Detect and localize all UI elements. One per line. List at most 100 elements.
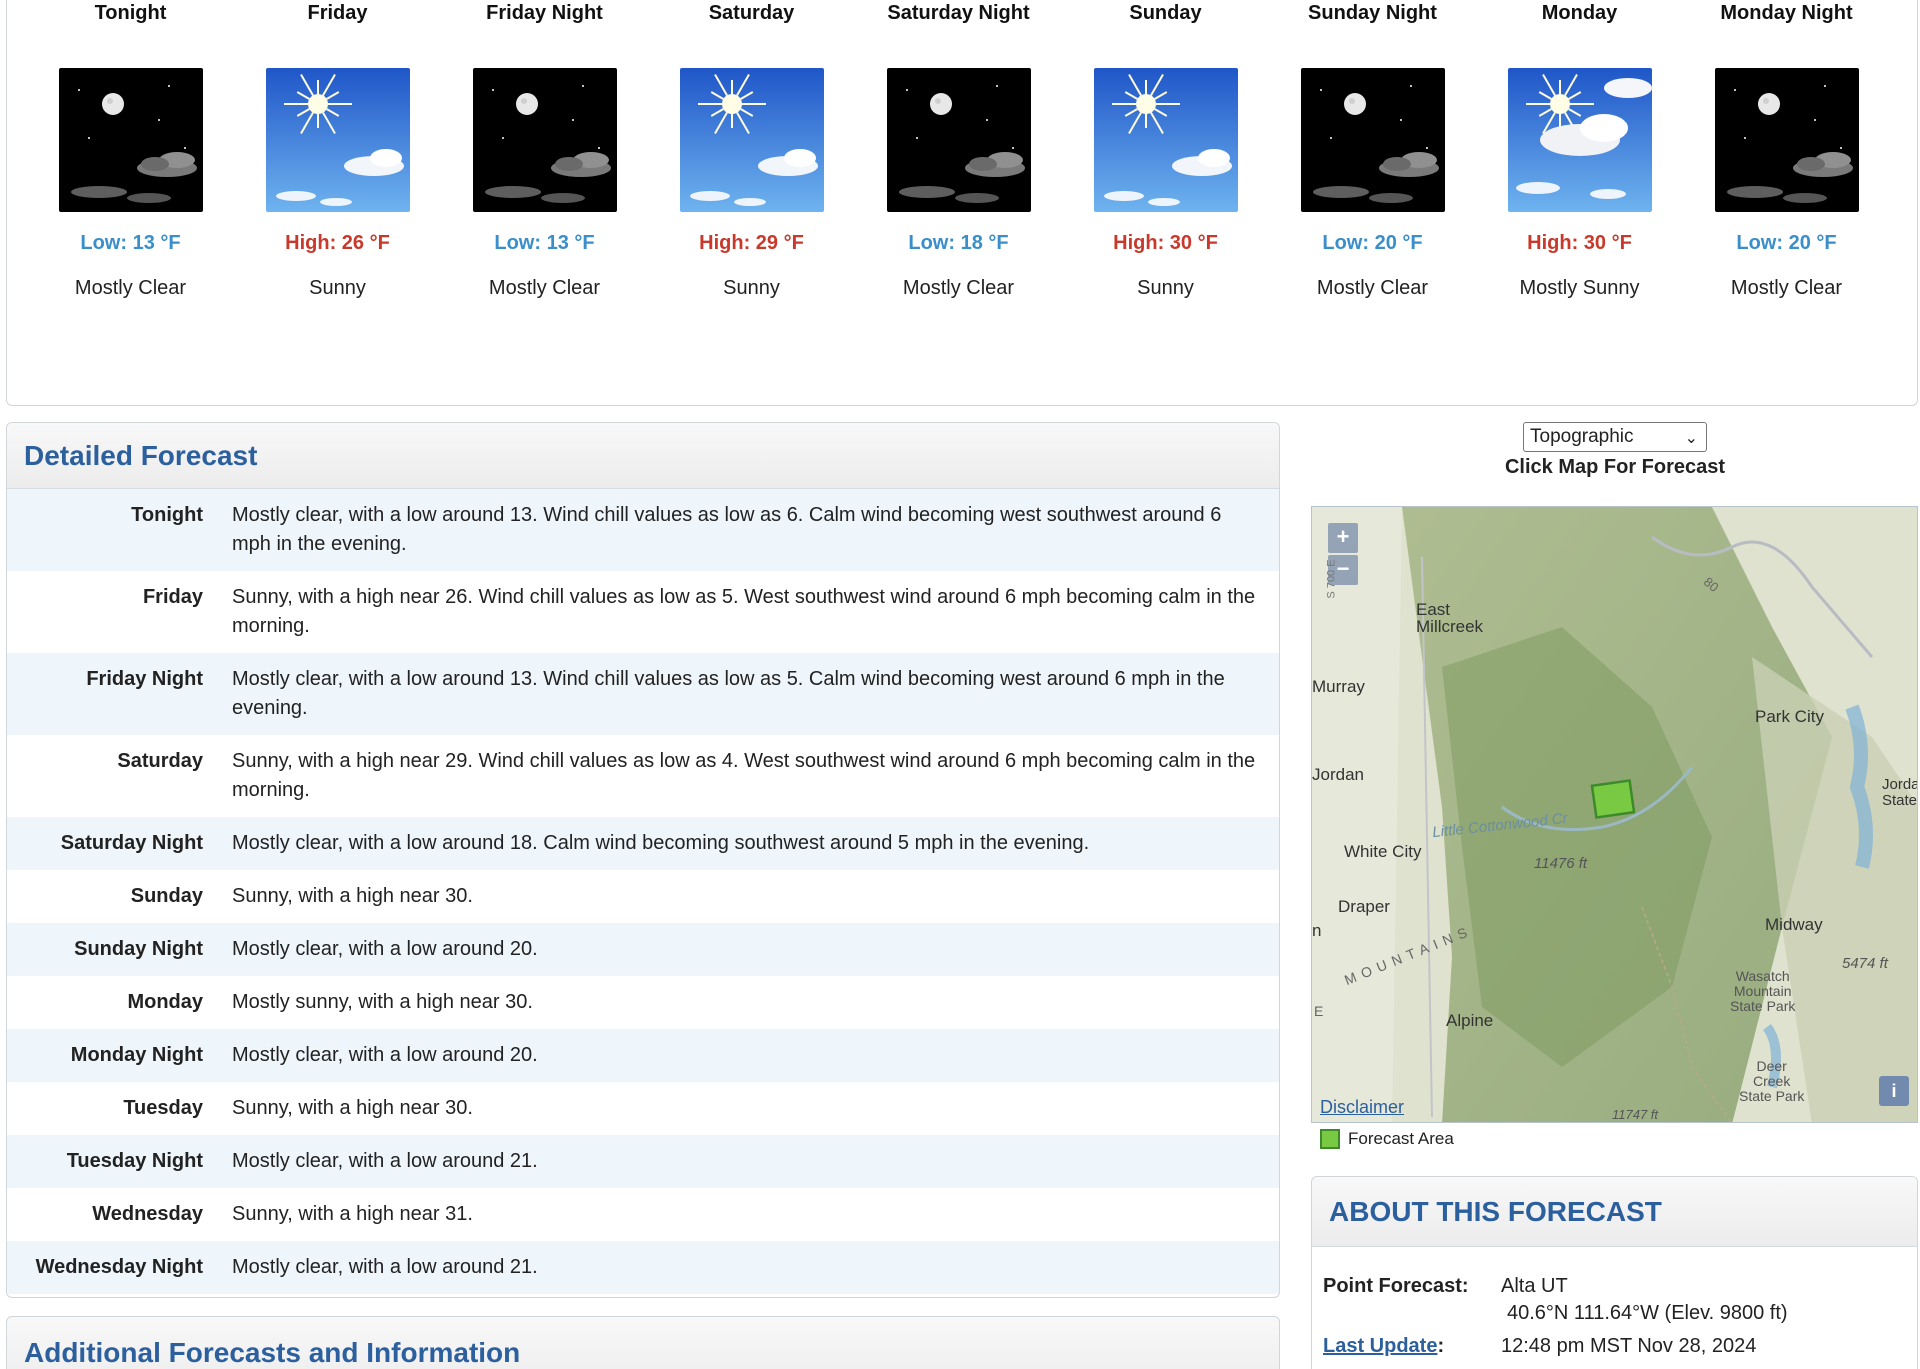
map-place-draper: Draper [1338, 897, 1390, 916]
forecast-period-desc: Sunny [723, 277, 780, 299]
forecast-period-name: Saturday Night [887, 2, 1030, 24]
map-place-murray: Murray [1312, 677, 1365, 696]
detailed-forecast-row: Saturday Sunny, with a high near 29. Wind… [7, 735, 1279, 817]
detailed-forecast-row: Friday Night Mostly clear, with a low aro… [7, 653, 1279, 735]
forecast-period-temp: Low: 18 °F [908, 232, 1009, 254]
detailed-forecast-period: Saturday [117, 750, 203, 772]
detailed-forecast-title: Detailed Forecast [24, 439, 258, 471]
detailed-forecast-panel: Detailed Forecast Tonight Mostly clear, w… [6, 422, 1280, 1298]
about-forecast-title: ABOUT THIS FORECAST [1329, 1195, 1662, 1227]
map-place-midway: Midway [1765, 915, 1823, 934]
night-clear-icon [1714, 68, 1859, 212]
zoom-in-button[interactable]: + [1328, 523, 1358, 553]
map-disclaimer-link[interactable]: Disclaimer [1320, 1097, 1404, 1118]
forecast-period: Sunday Night Low: 20 °F Mostly Clear [1269, 0, 1476, 300]
forecast-period-temp: High: 26 °F [285, 232, 390, 254]
forecast-period-name: Friday Night [486, 2, 603, 24]
map-place-park-city: Park City [1755, 707, 1824, 726]
forecast-period-name: Friday [307, 2, 368, 24]
sunny-icon [265, 68, 410, 212]
sunny-icon [679, 68, 824, 212]
forecast-period: Friday High: 26 °F Sunny [234, 0, 441, 300]
detailed-forecast-text: Sunny, with a high near 29. Wind chill v… [232, 750, 1256, 801]
detailed-forecast-period: Tuesday Night [66, 1150, 203, 1172]
detailed-forecast-row: Tuesday Night Mostly clear, with a low ar… [7, 1135, 1279, 1188]
detailed-forecast-period: Wednesday [92, 1203, 203, 1225]
detailed-forecast-row: Sunday Sunny, with a high near 30. [7, 870, 1279, 923]
detailed-forecast-row: Tuesday Sunny, with a high near 30. [7, 1082, 1279, 1135]
detailed-forecast-period: Wednesday Night [35, 1256, 203, 1278]
click-map-label: Click Map For Forecast [1504, 456, 1726, 478]
forecast-period-name: Tonight [94, 2, 167, 24]
detailed-forecast-period: Tonight [131, 504, 203, 526]
detailed-forecast-row: Monday Night Mostly clear, with a low aro… [7, 1029, 1279, 1082]
detailed-forecast-period: Tuesday [123, 1097, 203, 1119]
night-clear-icon [58, 68, 203, 212]
detailed-forecast-period: Monday [127, 991, 203, 1013]
map-legend: Forecast Area [1320, 1129, 1454, 1149]
map-road-700e: S 700 E [1325, 559, 1338, 599]
last-update-row: Last Update: 12:48 pm MST Nov 28, 2024 [1312, 1335, 1917, 1358]
detailed-forecast-text: Mostly clear, with a low around 21. [232, 1256, 538, 1278]
map-elev-3: 11747 ft [1612, 1107, 1659, 1122]
detailed-forecast-row: Saturday Night Mostly clear, with a low a… [7, 817, 1279, 870]
forecast-period-name: Monday Night [1720, 2, 1853, 24]
map-place-alpine: Alpine [1446, 1011, 1494, 1030]
forecast-period: Friday Night Low: 13 °F Mostly Clear [441, 0, 648, 300]
point-forecast-location: Alta UT [1501, 1275, 1568, 1297]
detailed-forecast-row: Tonight Mostly clear, with a low around 1… [7, 489, 1279, 571]
forecast-period-name: Sunday [1129, 2, 1202, 24]
detailed-forecast-text: Sunny, with a high near 30. [232, 885, 473, 907]
forecast-period: Monday Night Low: 20 °F Mostly Clear [1683, 0, 1890, 300]
detailed-forecast-text: Sunny, with a high near 30. [232, 1097, 473, 1119]
chevron-down-icon: ⌄ [1684, 430, 1698, 447]
forecast-period-temp: Low: 20 °F [1736, 232, 1837, 254]
map-place-east-millcreek: East Millcreek [1416, 600, 1484, 636]
last-update-value: 12:48 pm MST Nov 28, 2024 [1501, 1335, 1757, 1357]
forecast-period-temp: Low: 13 °F [494, 232, 595, 254]
forecast-period-temp: Low: 13 °F [80, 232, 181, 254]
detailed-forecast-rows: Tonight Mostly clear, with a low around 1… [7, 489, 1279, 1297]
forecast-period-temp: High: 30 °F [1527, 232, 1632, 254]
forecast-period-name: Sunday Night [1308, 2, 1437, 24]
detailed-forecast-row: ThursdayMostly sunny, with a high near 3… [7, 1294, 1279, 1297]
detailed-forecast-text: Mostly clear, with a low around 18. Calm… [232, 832, 1090, 854]
night-clear-icon [1300, 68, 1445, 212]
map-elev-1: 11476 ft [1534, 855, 1588, 872]
map-info-button[interactable]: i [1879, 1076, 1909, 1106]
additional-forecasts-panel[interactable]: Additional Forecasts and Information [6, 1316, 1280, 1369]
forecast-period-desc: Mostly Clear [902, 277, 1015, 299]
about-forecast-panel: ABOUT THIS FORECAST Point Forecast: Alta… [1311, 1176, 1918, 1369]
forecast-area-marker [1590, 779, 1636, 819]
additional-forecasts-title[interactable]: Additional Forecasts and Information [7, 1317, 1279, 1369]
night-clear-icon [472, 68, 617, 212]
forecast-period-desc: Mostly Clear [74, 277, 187, 299]
seven-day-forecast: Tonight Low: 13 °F Mostly Clear Friday High:… [6, 0, 1918, 406]
map-terrain [1312, 507, 1917, 1122]
forecast-period-desc: Sunny [1137, 277, 1194, 299]
map-type-value: Topographic [1530, 426, 1634, 447]
last-update-link[interactable]: Last Update [1323, 1335, 1437, 1357]
map-place-deer-creek: Deer Creek State Park [1739, 1058, 1805, 1104]
map-type-select[interactable]: Topographic ⌄ [1523, 422, 1707, 452]
forecast-period: Tonight Low: 13 °F Mostly Clear [27, 0, 234, 300]
detailed-forecast-text: Mostly clear, with a low around 13. Wind… [232, 668, 1225, 719]
map-place-wasatch: Wasatch Mountain State Park [1730, 968, 1796, 1014]
forecast-period-temp: Low: 20 °F [1322, 232, 1423, 254]
last-update-colon: : [1437, 1335, 1445, 1357]
forecast-period-desc: Mostly Clear [1316, 277, 1429, 299]
forecast-map[interactable]: + − East Millcreek Murray Park City Jord… [1311, 506, 1918, 1123]
forecast-period-desc: Mostly Clear [1730, 277, 1843, 299]
mostly-sunny-icon [1507, 68, 1652, 212]
map-legend-label: Forecast Area [1348, 1129, 1454, 1148]
forecast-period-desc: Mostly Clear [488, 277, 601, 299]
detailed-forecast-text: Mostly clear, with a low around 20. [232, 938, 538, 960]
detailed-forecast-row: Wednesday Sunny, with a high near 31. [7, 1188, 1279, 1241]
detailed-forecast-text: Mostly clear, with a low around 20. [232, 1044, 538, 1066]
detailed-forecast-text: Sunny, with a high near 31. [232, 1203, 473, 1225]
detailed-forecast-text: Mostly clear, with a low around 21. [232, 1150, 538, 1172]
forecast-period-temp: High: 29 °F [699, 232, 804, 254]
detailed-forecast-text: Mostly clear, with a low around 13. Wind… [232, 504, 1222, 555]
point-forecast-coords: 40.6°N 111.64°W (Elev. 9800 ft) [1507, 1302, 1788, 1324]
map-place-white-city: White City [1344, 842, 1422, 861]
